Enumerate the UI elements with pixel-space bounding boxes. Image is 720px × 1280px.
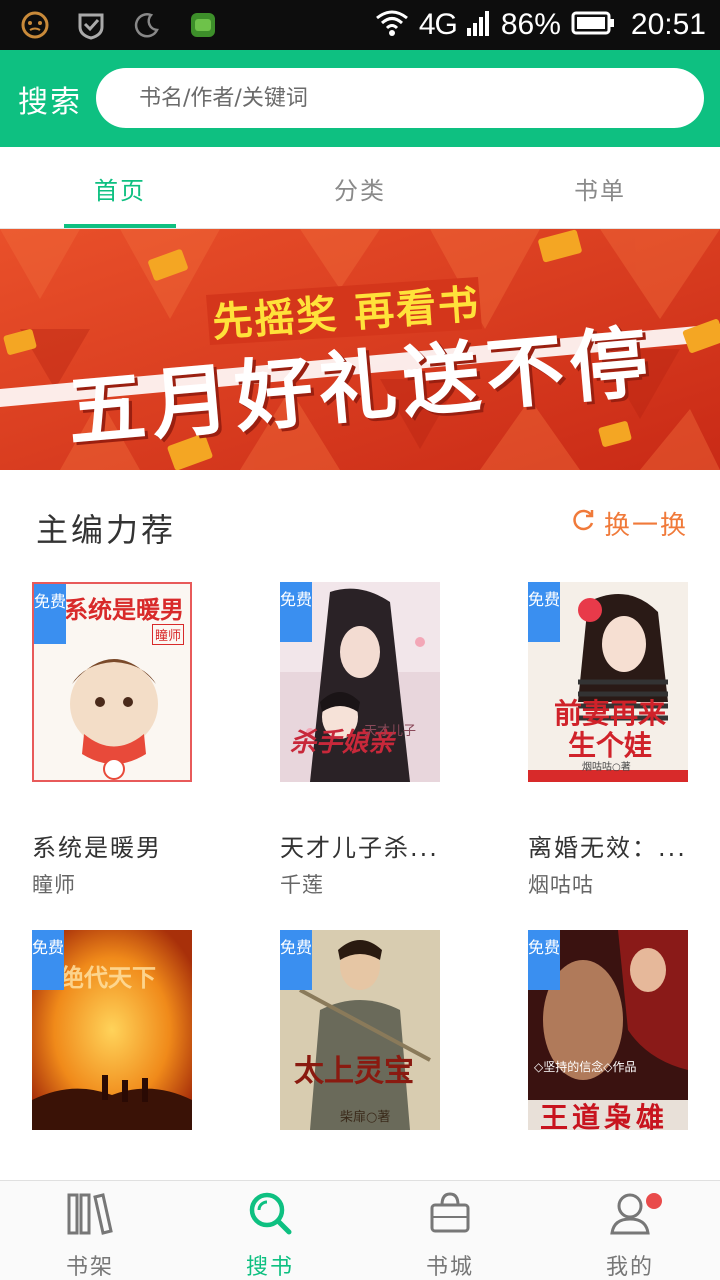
search-header: 搜索 <box>0 50 720 147</box>
book-title[interactable]: 离婚无效：... <box>528 828 720 863</box>
status-right: 4G 86% 20:51 <box>375 6 706 44</box>
free-badge: 免费 <box>280 582 312 642</box>
search-label: 搜索 <box>18 85 82 120</box>
nav-label: 书架 <box>65 1255 114 1280</box>
free-badge: 免费 <box>280 930 312 990</box>
promo-banner[interactable]: 先摇奖 再看书 五月好礼送不停 <box>0 229 720 470</box>
nav-profile[interactable]: 我的 <box>540 1181 720 1280</box>
signal-icon <box>466 10 491 40</box>
book-author[interactable]: 瞳师 <box>32 869 76 899</box>
nav-search-books[interactable]: 搜书 <box>180 1181 360 1280</box>
tab-booklist[interactable]: 书单 <box>480 147 720 229</box>
clock: 20:51 <box>630 8 706 41</box>
tab-active-indicator <box>64 224 176 228</box>
book-author[interactable]: 烟咕咕 <box>528 869 594 899</box>
book-cover[interactable]: 太上灵宝 柴扉○著 免费 <box>280 930 440 1130</box>
nav-bookshelf[interactable]: 书架 <box>0 1181 180 1280</box>
book-cover[interactable]: 绝代天下 免费 <box>32 930 192 1130</box>
free-badge: 免费 <box>528 582 560 642</box>
book-card[interactable]: 太上灵宝 柴扉○著 免费 <box>280 930 480 1130</box>
cover-title: 前妻再来生个娃 <box>553 697 666 762</box>
status-bar: 4G 86% 20:51 <box>0 0 720 50</box>
book-cover[interactable]: ◇坚持的信念◇作品 王道枭雄 免费 <box>528 930 688 1130</box>
search-icon <box>246 1191 294 1235</box>
cover-title: 绝代天下 <box>60 964 156 992</box>
profile-icon <box>606 1191 662 1235</box>
battery-icon <box>571 10 615 40</box>
moon-icon <box>130 9 164 41</box>
nav-bookstore[interactable]: 书城 <box>360 1181 540 1280</box>
cover-title: 系统是暖男 <box>64 596 184 624</box>
cover-title: 王道枭雄 <box>540 1101 669 1130</box>
section-title: 主编力荐 <box>36 511 177 549</box>
shopping-bag-icon <box>426 1191 474 1235</box>
refresh-button[interactable]: 换一换 <box>570 505 688 542</box>
wifi-icon <box>375 8 409 42</box>
shield-mail-icon <box>74 9 108 41</box>
bottom-nav: 书架 搜书 书城 我的 <box>0 1180 720 1280</box>
nav-label: 我的 <box>605 1255 654 1280</box>
cover-author: ◇坚持的信念◇作品 <box>534 1060 637 1074</box>
free-badge: 免费 <box>34 584 66 644</box>
cover-author: 柴扉○著 <box>340 1110 391 1125</box>
tab-bar: 首页 分类 书单 <box>0 147 720 229</box>
book-title[interactable]: 系统是暖男 <box>32 828 232 863</box>
book-author[interactable]: 千莲 <box>280 869 324 899</box>
refresh-icon <box>570 507 596 540</box>
search-box[interactable] <box>96 68 704 128</box>
book-cover[interactable]: 杀手娘亲 天才儿子 免费 <box>280 582 440 782</box>
book-card[interactable]: 前妻再来生个娃 烟咕咕○著 免费 离婚无效：... 烟咕咕 <box>528 582 720 897</box>
battery-percent: 86% <box>500 8 561 41</box>
book-card[interactable]: 绝代天下 免费 <box>32 930 232 1130</box>
nav-label: 搜书 <box>245 1255 294 1280</box>
face-icon <box>18 9 52 41</box>
free-badge: 免费 <box>32 930 64 990</box>
book-cover[interactable]: 前妻再来生个娃 烟咕咕○著 免费 <box>528 582 688 782</box>
book-card[interactable]: 系统是暖男 瞳师 免费 系统是暖男 瞳师 <box>32 582 232 897</box>
tab-category[interactable]: 分类 <box>240 147 480 229</box>
book-card[interactable]: 杀手娘亲 天才儿子 免费 天才儿子杀... 千莲 <box>280 582 480 897</box>
book-cover[interactable]: 系统是暖男 瞳师 免费 <box>32 582 192 782</box>
search-input[interactable] <box>96 68 704 128</box>
nav-label: 书城 <box>425 1255 474 1280</box>
free-badge: 免费 <box>528 930 560 990</box>
bookshelf-icon <box>66 1191 114 1235</box>
cover-subtitle: 天才儿子 <box>364 724 417 739</box>
notification-dot <box>646 1193 662 1209</box>
cover-title: 太上灵宝 <box>294 1054 414 1089</box>
cover-author: 烟咕咕○著 <box>582 762 631 773</box>
tab-home[interactable]: 首页 <box>0 147 240 229</box>
network-type: 4G <box>418 8 458 41</box>
app-notification-icon <box>186 9 220 41</box>
book-title[interactable]: 天才儿子杀... <box>280 828 480 863</box>
book-card[interactable]: ◇坚持的信念◇作品 王道枭雄 免费 <box>528 930 720 1130</box>
status-left-icons <box>18 9 220 41</box>
refresh-label: 换一换 <box>603 511 688 541</box>
cover-author: 瞳师 <box>152 624 185 645</box>
